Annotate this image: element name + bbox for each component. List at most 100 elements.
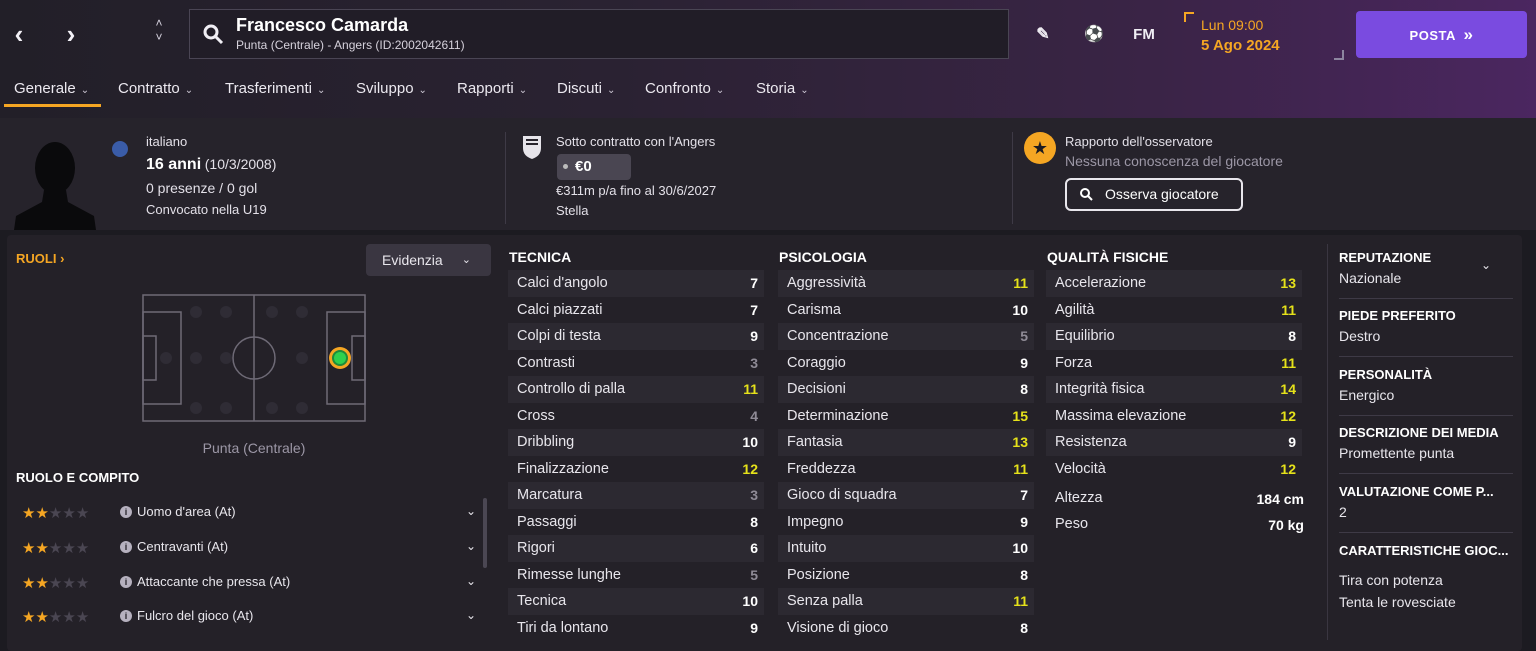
tab-generale[interactable]: Generale ⌄ [14,80,89,97]
attribute-name: Posizione [787,566,850,583]
up-down-icon[interactable]: ˄ ˅ [148,16,170,52]
fm-logo-icon[interactable]: FM [1128,22,1160,48]
attribute-row[interactable]: Forza 11 [1046,350,1302,377]
star-icon: ★ [35,575,49,592]
value-tag: €0 [557,154,631,180]
star-icon: ★ [75,575,90,592]
game-time: Lun 09:00 [1201,17,1264,33]
attribute-row[interactable]: Agilità 11 [1046,297,1302,324]
scout-title: Rapporto dell'osservatore [1065,134,1213,149]
attribute-row[interactable]: Dribbling 10 [508,429,764,456]
attribute-row[interactable]: Posizione 8 [778,562,1034,589]
tab-label: Sviluppo [356,80,414,97]
attribute-row[interactable]: Integrità fisica 14 [1046,376,1302,403]
attribute-row[interactable]: Marcatura 3 [508,482,764,509]
attribute-row[interactable]: Colpi di testa 9 [508,323,764,350]
attribute-row[interactable]: Impegno 9 [778,509,1034,536]
attribute-row[interactable]: Rigori 6 [508,535,764,562]
attribute-row[interactable]: Carisma 10 [778,297,1034,324]
ball-icon[interactable]: ⚽ [1081,22,1107,48]
attribute-row[interactable]: Tiri da lontano 9 [508,615,764,642]
scout-player-button[interactable]: Osserva giocatore [1065,178,1243,211]
role-row[interactable]: ★★★★★ i Fulcro del gioco (At) ⌄ [22,605,484,629]
scrollbar[interactable] [483,498,487,568]
info-icon[interactable]: i [120,506,132,518]
back-arrow-icon[interactable]: ‹ [4,18,34,50]
attribute-row[interactable]: Passaggi 8 [508,509,764,536]
continue-button[interactable]: POSTA » [1356,11,1527,58]
role-name: Attaccante che pressa (At) [137,574,291,589]
chevron-down-icon[interactable]: ⌄ [466,504,476,518]
attribute-row[interactable]: Visione di gioco 8 [778,615,1034,642]
attribute-row[interactable]: Concentrazione 5 [778,323,1034,350]
tab-trasferimenti[interactable]: Trasferimenti ⌄ [225,80,325,97]
player-avatar [14,142,96,230]
role-row[interactable]: ★★★★★ i Uomo d'area (At) ⌄ [22,501,484,525]
info-icon[interactable]: i [120,610,132,622]
tab-contratto[interactable]: Contratto ⌄ [118,80,193,97]
role-row[interactable]: ★★★★★ i Attaccante che pressa (At) ⌄ [22,571,484,595]
active-tab-indicator [4,104,101,107]
tab-rapporti[interactable]: Rapporti ⌄ [457,80,527,97]
technical-title: TECNICA [509,249,572,265]
attribute-name: Integrità fisica [1055,381,1145,397]
attribute-row[interactable]: Equilibrio 8 [1046,323,1302,350]
tab-storia[interactable]: Storia ⌄ [756,80,809,97]
attribute-value: 8 [750,513,758,530]
roles-link[interactable]: RUOLI › [16,251,64,266]
attribute-row[interactable]: Determinazione 15 [778,403,1034,430]
reputation-block[interactable]: REPUTAZIONE Nazionale ⌄ [1339,250,1513,286]
player-search-box[interactable]: Francesco Camarda Punta (Centrale) - Ang… [189,9,1009,59]
attribute-row[interactable]: Calci piazzati 7 [508,297,764,324]
attribute-value: 10 [1012,301,1028,318]
rating-heading: VALUTAZIONE COME P... [1339,484,1494,499]
chevron-down-icon[interactable]: ⌄ [466,574,476,588]
chevron-down-icon[interactable]: ⌄ [466,539,476,553]
attribute-row[interactable]: Tecnica 10 [508,588,764,615]
attribute-name: Controllo di palla [517,381,626,397]
attribute-row[interactable]: Freddezza 11 [778,456,1034,483]
attribute-row[interactable]: Cross 4 [508,403,764,430]
attribute-name: Gioco di squadra [787,487,897,503]
forward-arrow-icon[interactable]: › [56,18,86,50]
player-info-strip: italiano 16 anni (10/3/2008) 0 presenze … [0,118,1536,230]
attribute-row[interactable]: Aggressività 11 [778,270,1034,297]
role-row[interactable]: ★★★★★ i Centravanti (At) ⌄ [22,536,484,560]
pencil-icon[interactable]: ✎ [1030,22,1056,48]
info-icon[interactable]: i [120,576,132,588]
chevron-down-icon[interactable]: ⌄ [1481,258,1491,272]
attribute-row[interactable]: Coraggio 9 [778,350,1034,377]
highlight-label: Evidenzia [382,252,443,268]
attribute-value: 11 [743,381,758,397]
attribute-value: 8 [1020,566,1028,583]
date-corner-bottom [1334,50,1344,60]
attribute-row[interactable]: Resistenza 9 [1046,429,1302,456]
attribute-value: 3 [750,354,758,371]
attribute-row[interactable]: Contrasti 3 [508,350,764,377]
highlight-dropdown[interactable]: Evidenzia ⌄ [366,244,491,276]
tab-sviluppo[interactable]: Sviluppo ⌄ [356,80,427,97]
attribute-name: Rimesse lunghe [517,566,621,583]
physical-column: QUALITÀ FISICHE Accelerazione 13 Agilità 11… [1046,248,1302,482]
attribute-row[interactable]: Controllo di palla 11 [508,376,764,403]
game-date[interactable]: Lun 09:00 5 Ago 2024 [1184,12,1344,60]
tab-confronto[interactable]: Confronto ⌄ [645,80,724,97]
attribute-row[interactable]: Accelerazione 13 [1046,270,1302,297]
attribute-row[interactable]: Fantasia 13 [778,429,1034,456]
attribute-row[interactable]: Finalizzazione 12 [508,456,764,483]
attribute-row[interactable]: Decisioni 8 [778,376,1034,403]
role-rating-stars: ★★★★★ [22,504,89,522]
attribute-row[interactable]: Intuito 10 [778,535,1034,562]
info-icon[interactable]: i [120,541,132,553]
tab-discuti[interactable]: Discuti ⌄ [557,80,615,97]
attribute-row[interactable]: Massima elevazione 12 [1046,403,1302,430]
attribute-row[interactable]: Velocità 12 [1046,456,1302,483]
attribute-row[interactable]: Gioco di squadra 7 [778,482,1034,509]
attribute-row[interactable]: Rimesse lunghe 5 [508,562,764,589]
attribute-row[interactable]: Senza palla 11 [778,588,1034,615]
trait-item: Tira con potenza [1339,572,1443,588]
chevron-down-icon[interactable]: ⌄ [466,608,476,622]
attribute-name: Aggressività [787,275,866,291]
attribute-name: Visione di gioco [787,619,889,636]
attribute-row[interactable]: Calci d'angolo 7 [508,270,764,297]
